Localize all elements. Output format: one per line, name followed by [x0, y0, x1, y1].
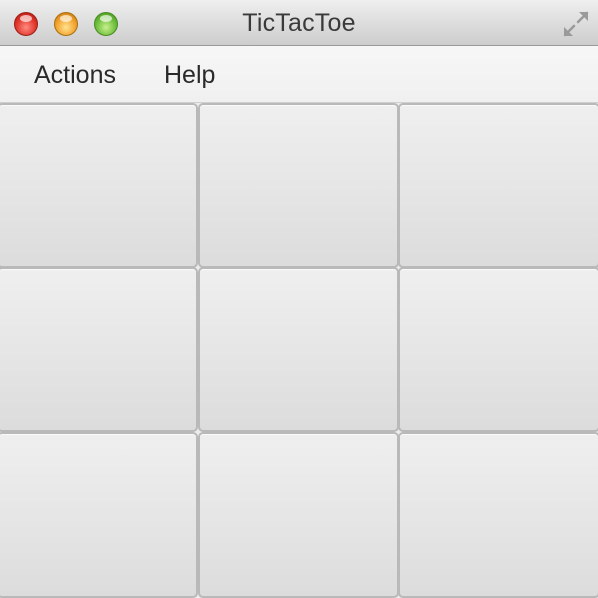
board-cell-r1-c1[interactable]: [0, 103, 198, 268]
board-cell-r2-c3[interactable]: [398, 267, 598, 432]
window-title: TicTacToe: [242, 9, 356, 37]
board-cell-r3-c2[interactable]: [198, 432, 399, 598]
tictactoe-window: TicTacToe Actions Help: [0, 0, 598, 598]
fullscreen-arrows-icon[interactable]: [562, 10, 590, 38]
menu-actions[interactable]: Actions: [34, 61, 116, 90]
title-bar[interactable]: TicTacToe: [0, 0, 598, 46]
board-cell-r2-c2[interactable]: [198, 267, 399, 432]
menu-help[interactable]: Help: [164, 61, 215, 90]
board-cell-r1-c2[interactable]: [198, 103, 399, 268]
board-cell-r1-c3[interactable]: [398, 103, 598, 268]
board-cell-r3-c3[interactable]: [398, 432, 598, 598]
board-cell-r3-c1[interactable]: [0, 432, 198, 598]
menu-bar: Actions Help: [0, 46, 598, 103]
game-board: [0, 103, 598, 598]
board-cell-r2-c1[interactable]: [0, 267, 198, 432]
